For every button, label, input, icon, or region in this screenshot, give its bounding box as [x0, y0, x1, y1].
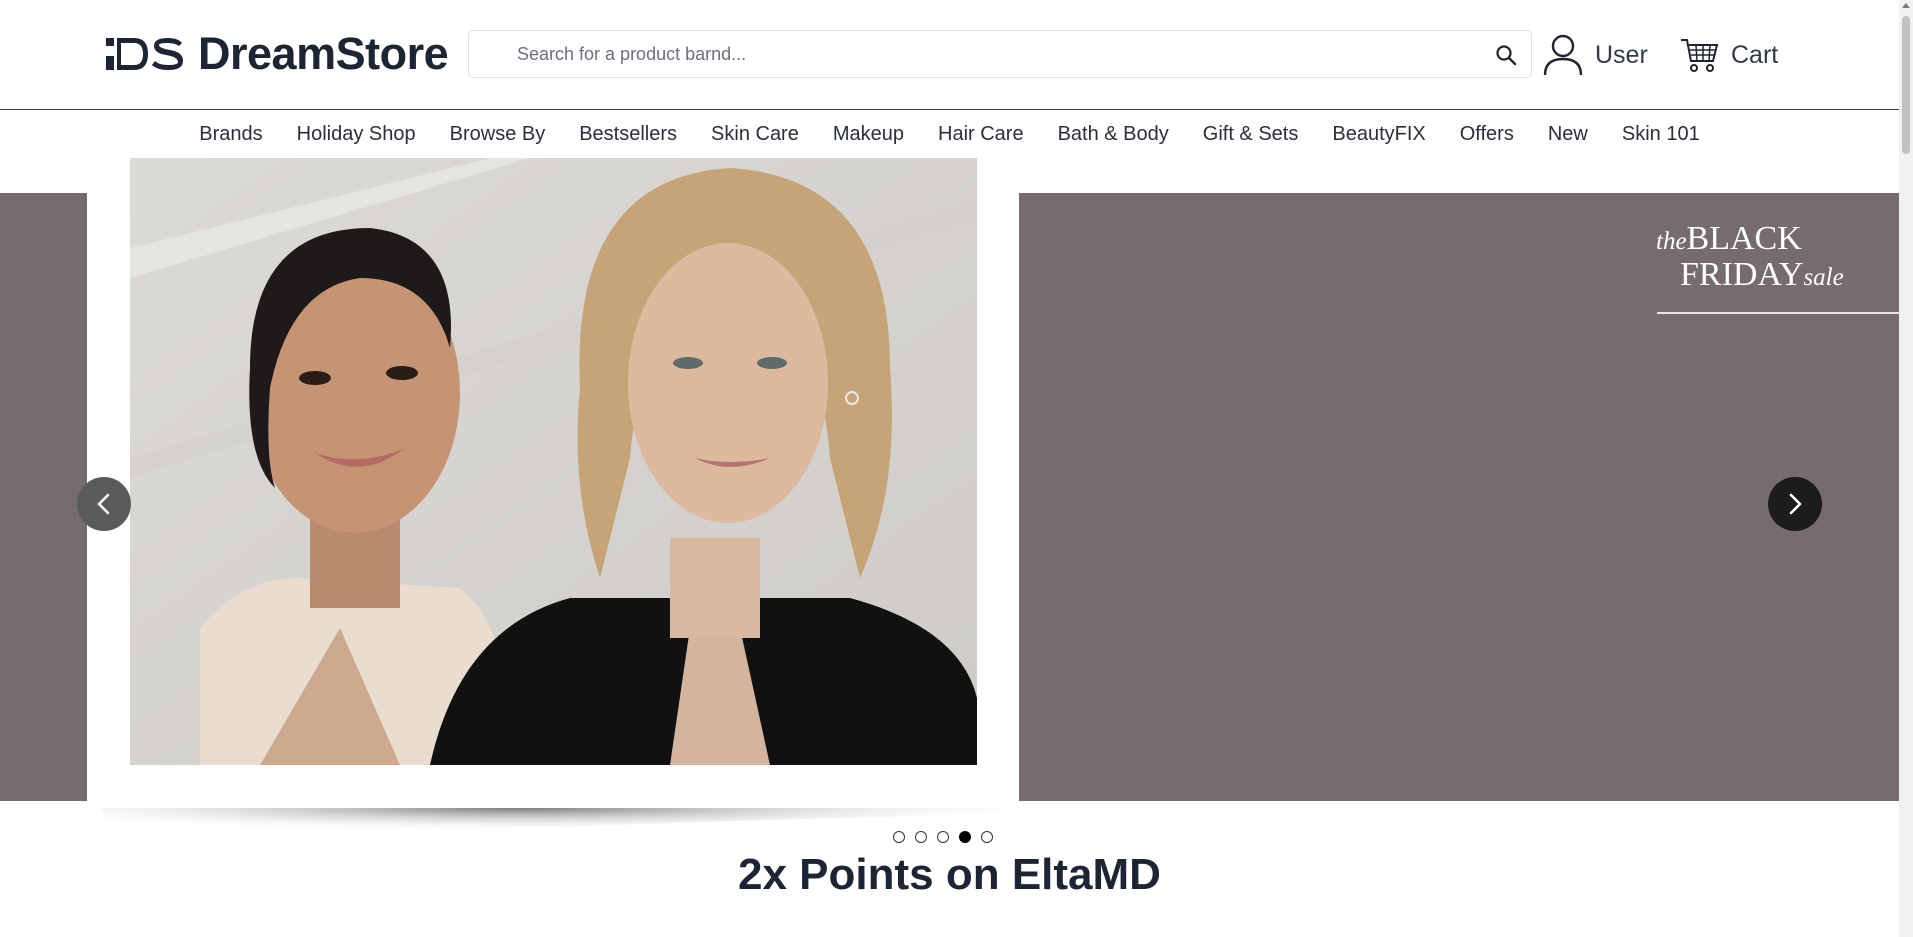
logo-text: DreamStore	[198, 28, 449, 79]
logo-mark-icon	[106, 38, 183, 70]
carousel-dot-1[interactable]	[893, 831, 905, 843]
badge-friday-text: FRIDAY	[1680, 256, 1804, 293]
nav-item-holiday-shop[interactable]: Holiday Shop	[297, 123, 416, 146]
search-bar	[468, 30, 1532, 78]
cart-link[interactable]: Cart	[1680, 32, 1778, 78]
search-input[interactable]	[517, 31, 1457, 77]
nav-item-makeup[interactable]: Makeup	[833, 123, 904, 146]
nav-item-offers[interactable]: Offers	[1460, 123, 1514, 146]
main-nav: Brands Holiday Shop Browse By Bestseller…	[0, 110, 1899, 158]
hero-photo[interactable]	[130, 158, 977, 765]
nav-item-skin-care[interactable]: Skin Care	[711, 123, 799, 146]
promo-title: 2x Points on EltaMD	[738, 850, 1161, 899]
carousel-dot-4[interactable]	[959, 831, 971, 843]
carousel-next-button[interactable]	[1768, 477, 1822, 531]
scroll-up-arrow-icon[interactable]	[1902, 3, 1910, 8]
slide-shadow	[100, 808, 1030, 848]
nav-item-skin-101[interactable]: Skin 101	[1622, 123, 1700, 146]
black-friday-badge: theBLACK FRIDAYsale	[1656, 222, 1856, 294]
nav-item-new[interactable]: New	[1548, 123, 1588, 146]
carousel-indicators	[893, 831, 1003, 843]
nav-item-hair-care[interactable]: Hair Care	[938, 123, 1024, 146]
nav-item-beautyfix[interactable]: BeautyFIX	[1332, 123, 1425, 146]
carousel-prev-button[interactable]	[77, 477, 131, 531]
badge-line-one: theBLACK	[1656, 222, 1856, 259]
page-scrollbar[interactable]	[1899, 0, 1913, 937]
nav-item-bath-body[interactable]: Bath & Body	[1058, 123, 1169, 146]
nav-item-browse-by[interactable]: Browse By	[450, 123, 546, 146]
chevron-right-icon	[1789, 493, 1802, 515]
logo[interactable]: DreamStore	[104, 28, 449, 79]
badge-sale-text: sale	[1803, 264, 1844, 291]
user-icon	[1543, 34, 1583, 76]
cart-icon	[1681, 39, 1719, 72]
badge-black-text: BLACK	[1686, 220, 1802, 257]
chevron-left-icon	[97, 493, 110, 515]
nav-item-brands[interactable]: Brands	[199, 123, 262, 146]
user-label: User	[1595, 40, 1648, 69]
nav-item-bestsellers[interactable]: Bestsellers	[579, 123, 677, 146]
cart-label: Cart	[1731, 40, 1779, 69]
carousel-dot-3[interactable]	[937, 831, 949, 843]
scroll-thumb[interactable]	[1902, 16, 1910, 154]
badge-line-two: FRIDAYsale	[1656, 256, 1856, 294]
carousel-dot-2[interactable]	[915, 831, 927, 843]
carousel-dot-5[interactable]	[981, 831, 993, 843]
user-account-link[interactable]: User	[1543, 30, 1648, 80]
nav-item-gift-sets[interactable]: Gift & Sets	[1203, 123, 1299, 146]
badge-the-text: the	[1656, 228, 1687, 255]
search-icon[interactable]	[1495, 44, 1517, 66]
site-header: DreamStore User Cart	[0, 0, 1899, 110]
models-photo-illustration	[130, 158, 977, 765]
badge-divider	[1657, 312, 1899, 314]
